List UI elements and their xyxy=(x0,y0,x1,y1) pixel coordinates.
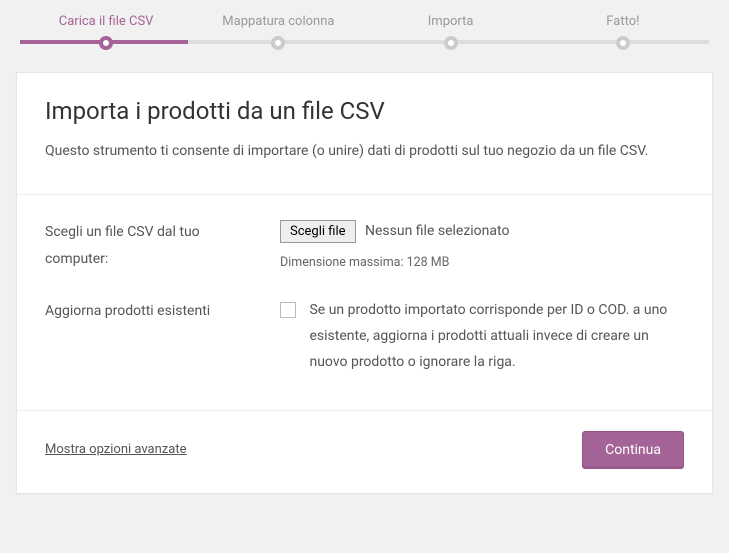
card-header: Importa i prodotti da un file CSV Questo… xyxy=(17,73,712,174)
file-status: Nessun file selezionato xyxy=(365,223,509,239)
step-import-label: Importa xyxy=(365,14,537,29)
step-mapping-label: Mappatura colonna xyxy=(192,14,364,29)
file-row: Scegli un file CSV dal tuo computer: Sce… xyxy=(45,219,684,274)
advanced-options-link[interactable]: Mostra opzioni avanzate xyxy=(45,442,186,457)
step-dot-icon xyxy=(271,36,285,50)
step-done: Fatto! xyxy=(537,14,709,54)
continue-button[interactable]: Continua xyxy=(582,431,684,469)
stepper: Carica il file CSV Mappatura colonna Imp… xyxy=(0,0,729,54)
import-card: Importa i prodotti da un file CSV Questo… xyxy=(16,72,713,494)
update-checkbox[interactable] xyxy=(280,302,296,318)
step-upload: Carica il file CSV xyxy=(20,14,192,54)
file-size-hint: Dimensione massima: 128 MB xyxy=(280,251,684,274)
update-control: Se un prodotto importato corrisponde per… xyxy=(280,298,684,376)
card-footer: Mostra opzioni avanzate Continua xyxy=(17,410,712,493)
step-import: Importa xyxy=(365,14,537,54)
step-dot-icon xyxy=(99,36,113,50)
step-dot-icon xyxy=(616,36,630,50)
step-done-label: Fatto! xyxy=(537,14,709,29)
file-control: Scegli file Nessun file selezionato Dime… xyxy=(280,219,684,274)
file-label: Scegli un file CSV dal tuo computer: xyxy=(45,219,280,274)
form-section: Scegli un file CSV dal tuo computer: Sce… xyxy=(17,195,712,410)
update-label: Aggiorna prodotti esistenti xyxy=(45,298,280,376)
update-row: Aggiorna prodotti esistenti Se un prodot… xyxy=(45,298,684,376)
step-upload-label: Carica il file CSV xyxy=(20,14,192,29)
update-checkbox-text: Se un prodotto importato corrisponde per… xyxy=(309,298,683,376)
step-dot-icon xyxy=(444,36,458,50)
page-title: Importa i prodotti da un file CSV xyxy=(45,97,684,125)
choose-file-button[interactable]: Scegli file xyxy=(280,220,356,243)
step-mapping: Mappatura colonna xyxy=(192,14,364,54)
page-description: Questo strumento ti consente di importar… xyxy=(45,139,684,164)
